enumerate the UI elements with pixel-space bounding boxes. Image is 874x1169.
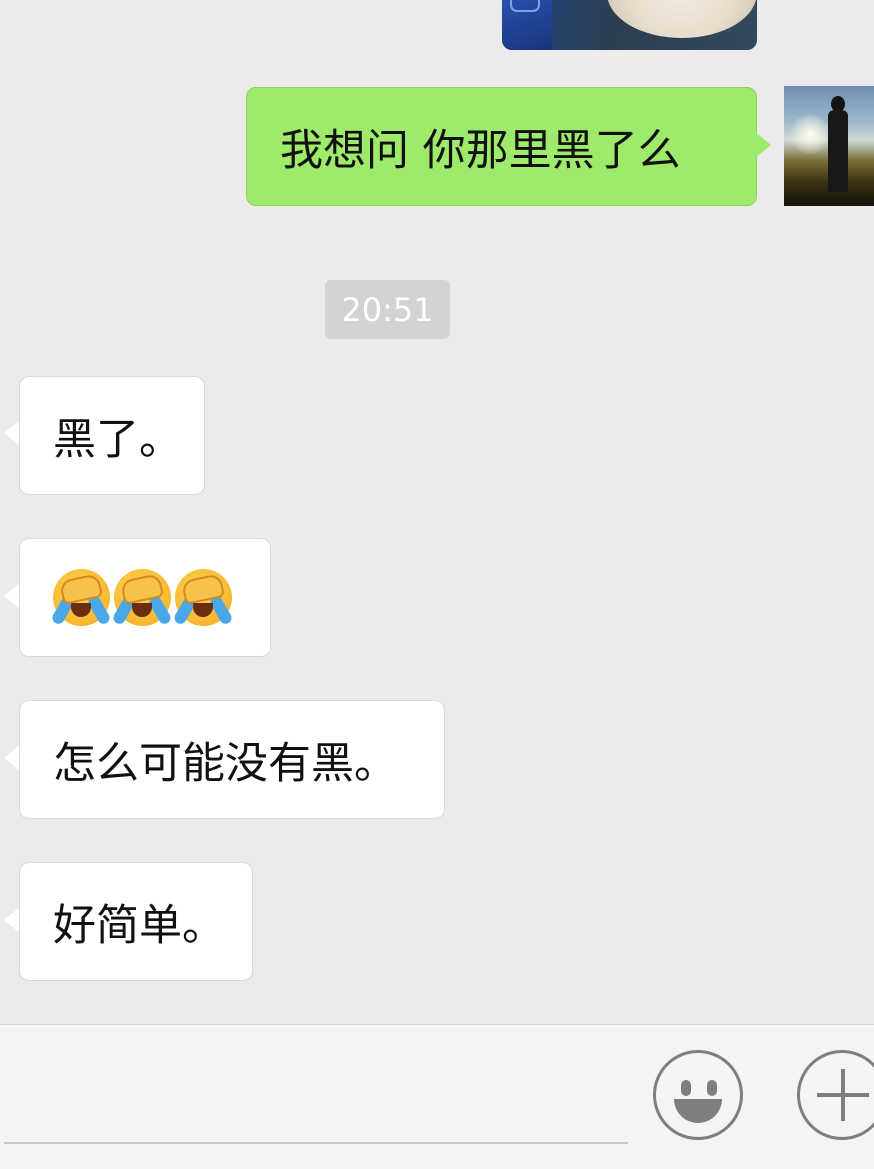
- incoming-message-text: 好简单。: [53, 900, 225, 951]
- facepalm-crying-emoji: [111, 569, 173, 626]
- emoji-button[interactable]: [653, 1050, 743, 1140]
- incoming-message-text: 怎么可能没有黑。: [53, 738, 397, 789]
- my-avatar[interactable]: [784, 86, 874, 206]
- photo-package: [502, 0, 552, 50]
- message-input-underline: [4, 1142, 628, 1144]
- message-timestamp: 20:51: [325, 280, 450, 339]
- incoming-message-bubble[interactable]: 怎么可能没有黑。: [19, 700, 445, 819]
- outgoing-message-text: 我想问 你那里黑了么: [280, 125, 681, 176]
- incoming-bubble-tail: [4, 745, 20, 771]
- incoming-message-text: 黑了。: [53, 414, 182, 465]
- facepalm-crying-emoji: [50, 569, 112, 626]
- incoming-bubble-tail: [4, 907, 20, 933]
- incoming-message-bubble[interactable]: 黑了。: [19, 376, 205, 495]
- incoming-message-bubble[interactable]: 好简单。: [19, 862, 253, 981]
- more-options-button[interactable]: [797, 1050, 874, 1140]
- input-bar: [0, 1024, 874, 1169]
- incoming-emoji-bubble[interactable]: [19, 538, 271, 657]
- emoji-row: [50, 569, 234, 626]
- outgoing-message-bubble[interactable]: 我想问 你那里黑了么: [246, 87, 757, 206]
- message-input[interactable]: [4, 1085, 628, 1141]
- incoming-bubble-tail: [4, 420, 20, 446]
- facepalm-crying-emoji: [172, 569, 234, 626]
- outgoing-bubble-tail: [755, 132, 771, 158]
- sent-photo-message[interactable]: [502, 0, 757, 50]
- incoming-bubble-tail: [4, 583, 20, 609]
- photo-plate: [607, 0, 757, 38]
